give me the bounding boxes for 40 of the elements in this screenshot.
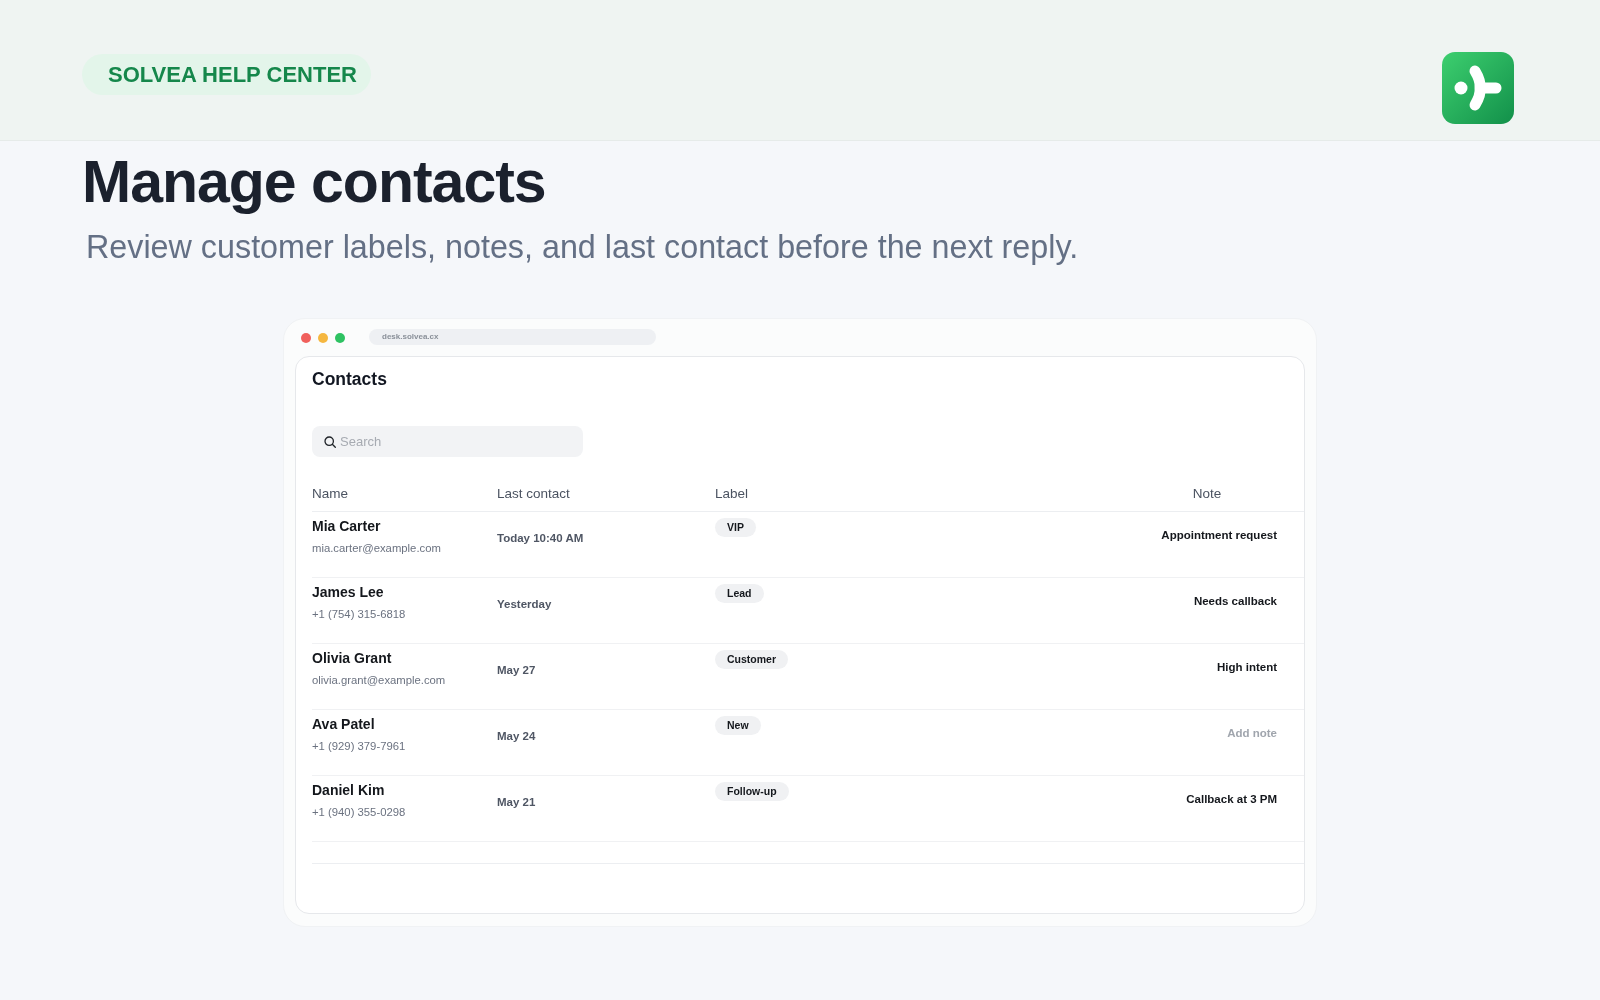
column-header: Last contact	[497, 485, 570, 501]
help-center-badge: SOLVEA HELP CENTER	[82, 54, 371, 95]
note-text: Callback at 3 PM	[1186, 792, 1277, 807]
contacts-title: Contacts	[312, 368, 387, 391]
label-tag: New	[715, 716, 761, 735]
last-contact: May 27	[497, 664, 536, 676]
last-contact: Today 10:40 AM	[497, 532, 584, 544]
contact-name: Mia Carter	[312, 517, 381, 535]
zoom-dot-icon[interactable]	[335, 332, 345, 343]
contact-name: Daniel Kim	[312, 781, 385, 799]
search-icon	[324, 436, 336, 448]
column-header: Name	[312, 485, 348, 501]
last-contact: Yesterday	[497, 598, 552, 610]
contact-name: James Lee	[312, 583, 384, 601]
label-tag: Customer	[715, 650, 788, 669]
contact-detail: +1 (754) 315-6818	[312, 607, 406, 622]
search-field[interactable]: Search	[312, 426, 583, 457]
last-contact: May 24	[497, 730, 536, 742]
note-text: Appointment request	[1161, 528, 1277, 543]
column-header: Label	[715, 485, 749, 501]
page-title: Manage contacts	[82, 148, 546, 216]
minimize-dot-icon[interactable]	[318, 332, 328, 343]
close-dot-icon[interactable]	[301, 332, 311, 343]
label-tag: Lead	[715, 584, 764, 603]
note-text: High intent	[1216, 660, 1277, 675]
add-note-link[interactable]: Add note	[1227, 725, 1277, 741]
column-header: Note	[1192, 485, 1222, 501]
contact-name: Ava Patel	[312, 715, 375, 733]
note-text: Needs callback	[1193, 594, 1277, 609]
page-subtitle: Review customer labels, notes, and last contact before the next reply.	[86, 228, 1079, 267]
contact-detail: +1 (929) 379-7961	[312, 739, 406, 754]
contact-detail: mia.carter@example.com	[312, 541, 441, 556]
last-contact: May 21	[497, 796, 536, 808]
label-tag: VIP	[715, 518, 756, 537]
contact-detail: olivia.grant@example.com	[312, 673, 446, 688]
contact-name: Olivia Grant	[312, 649, 392, 667]
contact-detail: +1 (940) 355-0298	[312, 805, 406, 820]
logo-icon	[1442, 52, 1514, 124]
label-tag: Follow-up	[715, 782, 789, 801]
address-field[interactable]: desk.solvea.cx	[369, 328, 656, 345]
